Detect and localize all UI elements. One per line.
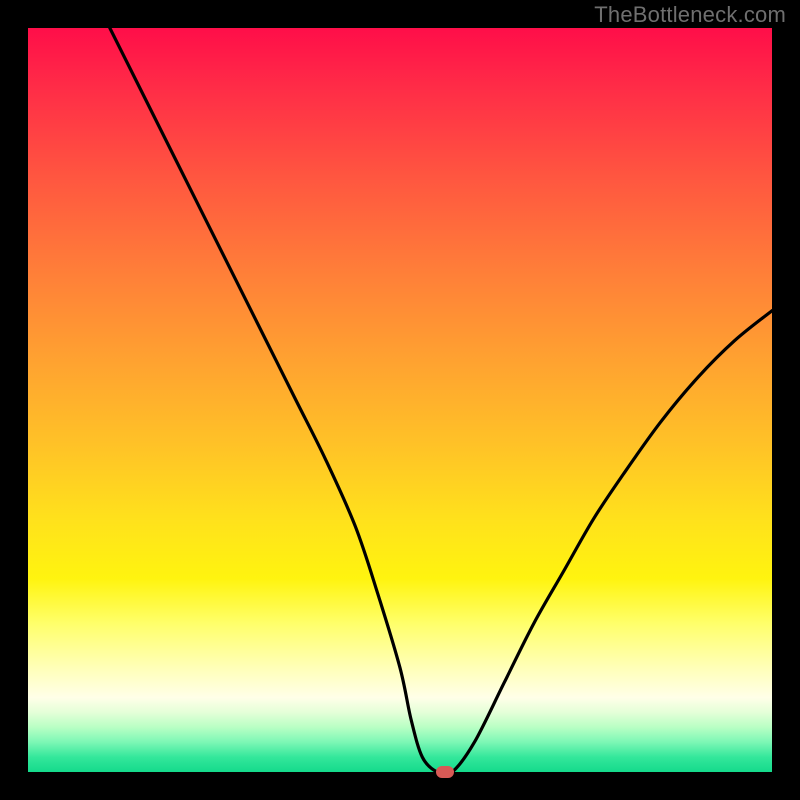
watermark-text: TheBottleneck.com: [594, 2, 786, 28]
plot-area: [28, 28, 772, 772]
chart-frame: TheBottleneck.com: [0, 0, 800, 800]
operating-point-marker: [436, 766, 454, 778]
bottleneck-curve: [28, 28, 772, 772]
